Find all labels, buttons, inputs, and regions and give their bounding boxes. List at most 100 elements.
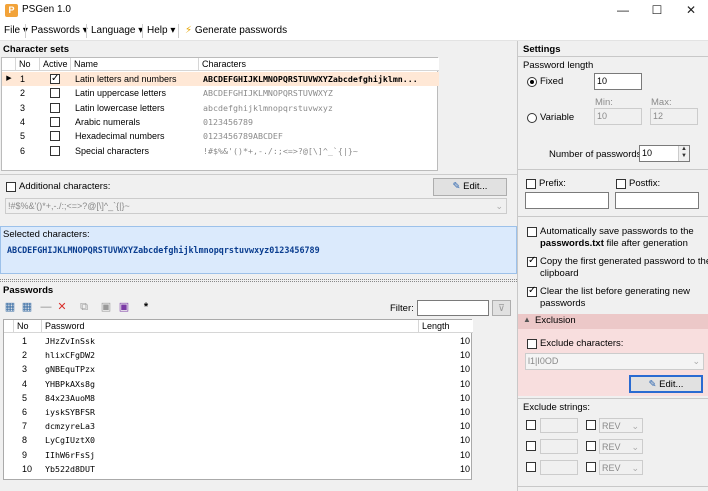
additional-characters-input[interactable]: !#$%&'()*+,-./:;<=>?@[\]^_`{|}~ ⌄ — [5, 198, 507, 214]
min-length-input[interactable]: 10 — [594, 108, 642, 125]
charset-row[interactable]: ▶ 1 Latin letters and numbers ABCDEFGHIJKLM… — [2, 72, 439, 86]
password-value: IIhW6rFsSj — [45, 449, 95, 460]
passwords-table[interactable]: No Password Length 1 JHzZvInSsk 10 2 hlixCFg… — [3, 319, 473, 480]
menu-passwords[interactable]: Passwords ▾ — [31, 25, 88, 36]
password-length: 10 — [459, 463, 470, 474]
password-length: 10 — [459, 350, 470, 361]
close-button[interactable]: ✕ — [674, 0, 708, 21]
column-header-name[interactable]: Name — [71, 58, 199, 71]
fixed-length-input[interactable]: 10 — [594, 73, 642, 90]
password-row[interactable]: 1 JHzZvInSsk 10 — [4, 334, 471, 348]
password-row[interactable]: 8 LyCgIUztX0 10 — [4, 433, 471, 447]
additional-characters-checkbox[interactable] — [6, 182, 16, 192]
minimize-button[interactable]: — — [606, 0, 640, 21]
password-length: 10 — [459, 421, 470, 432]
select-all-icon[interactable]: ▦ — [3, 300, 17, 314]
charset-no: 2 — [20, 88, 26, 99]
asterisk-icon[interactable]: * — [139, 300, 153, 314]
clear-list-checkbox[interactable] — [527, 285, 537, 297]
max-length-input[interactable]: 12 — [650, 108, 698, 125]
column-header-length[interactable]: Length — [419, 320, 473, 333]
spin-arrows-icon[interactable]: ▲ ▼ — [678, 146, 689, 161]
exclusion-header-bar[interactable]: ▲ Exclusion — [518, 314, 708, 329]
column-header-no[interactable]: No — [16, 58, 40, 71]
charset-row[interactable]: 2 Latin uppercase letters ABCDEFGHIJKLMNOP… — [2, 86, 439, 100]
password-row[interactable]: 9 IIhW6rFsSj 10 — [4, 448, 471, 462]
exclusion-edit-button[interactable]: ✎ Edit... — [629, 375, 703, 393]
column-header-characters[interactable]: Characters — [199, 58, 439, 71]
save-as-icon[interactable]: ▣ — [117, 300, 131, 314]
exclude-string-input[interactable] — [540, 418, 578, 433]
filter-icon[interactable]: ⊽ — [492, 300, 511, 316]
exclude-string-checkbox[interactable] — [526, 462, 536, 472]
charset-characters: abcdefghijklmnopqrstuvwxyz — [203, 102, 333, 113]
exclude-strings-label: Exclude strings: — [523, 402, 591, 413]
exclude-string-reverse-checkbox[interactable] — [586, 420, 596, 430]
exclude-string-mode-select[interactable]: REV ⌄ — [599, 439, 643, 454]
charset-row[interactable]: 5 Hexadecimal numbers 0123456789ABCDEF — [2, 129, 439, 143]
max-label: Max: — [651, 97, 672, 108]
generate-passwords-button[interactable]: ⚡ Generate passwords — [185, 25, 287, 36]
copy-icon[interactable]: ⧉ — [77, 300, 91, 314]
charset-active-checkbox[interactable] — [50, 102, 60, 113]
password-row[interactable]: 2 hlixCFgDW2 10 — [4, 348, 471, 362]
password-no: 1 — [22, 336, 28, 346]
prefix-checkbox[interactable] — [526, 179, 536, 189]
prefix-input[interactable] — [525, 192, 609, 209]
exclude-string-reverse-checkbox[interactable] — [586, 441, 596, 451]
charset-row[interactable]: 3 Latin lowercase letters abcdefghijklmnop… — [2, 101, 439, 115]
character-sets-table[interactable]: No Active Name Characters ▶ 1 Latin letter… — [1, 57, 439, 171]
menu-language[interactable]: Language ▾ — [91, 25, 143, 36]
charset-row[interactable]: 6 Special characters !#$%&'()*+,-./:;<=>?@… — [2, 144, 439, 158]
column-header-password[interactable]: Password — [42, 320, 419, 333]
delete-icon[interactable]: ✕ — [55, 300, 69, 314]
min-label: Min: — [595, 97, 613, 108]
save-icon[interactable]: ▣ — [99, 300, 113, 314]
password-row[interactable]: 4 YHBPkAXs8g 10 — [4, 377, 471, 391]
menu-help[interactable]: Help ▾ — [147, 25, 175, 36]
variable-radio[interactable] — [527, 113, 537, 123]
column-header-no[interactable]: No — [14, 320, 42, 333]
password-length: 10 — [459, 378, 470, 389]
charset-active-checkbox[interactable] — [50, 145, 60, 156]
additional-edit-button[interactable]: ✎ Edit... — [433, 178, 507, 196]
charset-row[interactable]: 4 Arabic numerals 0123456789 — [2, 115, 439, 129]
exclude-string-reverse-checkbox[interactable] — [586, 462, 596, 472]
password-row[interactable]: 7 dcmzyreLa3 10 — [4, 419, 471, 433]
maximize-button[interactable]: ☐ — [640, 0, 674, 21]
remove-icon[interactable]: — — [39, 300, 53, 314]
fixed-radio[interactable] — [527, 77, 537, 87]
postfix-checkbox[interactable] — [616, 179, 626, 189]
postfix-input[interactable] — [615, 192, 699, 209]
filter-input[interactable] — [417, 300, 489, 316]
exclude-string-mode-select[interactable]: REV ⌄ — [599, 460, 643, 475]
splitter[interactable] — [0, 279, 517, 282]
autosave-label-line2: passwords.txt file after generation — [540, 238, 688, 249]
copy-first-checkbox[interactable] — [527, 255, 537, 267]
exclude-characters-input[interactable]: l1|I0OD ⌄ — [525, 353, 704, 370]
password-length: 10 — [459, 364, 470, 375]
password-row[interactable]: 6 iyskSYBFSR 10 — [4, 405, 471, 419]
number-of-passwords-input[interactable]: 10 ▲ ▼ — [639, 145, 690, 162]
charset-no: 3 — [20, 102, 26, 113]
exclude-string-checkbox[interactable] — [526, 441, 536, 451]
exclude-characters-checkbox[interactable] — [527, 339, 537, 349]
password-row[interactable]: 5 84x23AuoM8 10 — [4, 391, 471, 405]
divider — [518, 56, 708, 57]
grid-view-icon[interactable]: ▦ — [20, 300, 34, 314]
charset-active-checkbox[interactable] — [50, 131, 60, 142]
exclude-string-input[interactable] — [540, 439, 578, 454]
password-row[interactable]: 10 Yb522d8DUT 10 — [4, 462, 471, 476]
password-no: 9 — [22, 449, 28, 460]
charset-active-checkbox[interactable] — [50, 88, 60, 99]
column-header-active[interactable]: Active — [40, 58, 71, 71]
pane-divider[interactable] — [517, 41, 518, 491]
exclude-string-checkbox[interactable] — [526, 420, 536, 430]
autosave-checkbox[interactable] — [527, 227, 537, 237]
window-title: PSGen 1.0 — [22, 4, 71, 15]
password-row[interactable]: 3 gNBEquTPzx 10 — [4, 362, 471, 376]
charset-active-checkbox[interactable] — [50, 72, 60, 86]
exclude-string-input[interactable] — [540, 460, 578, 475]
charset-active-checkbox[interactable] — [50, 116, 60, 127]
exclude-string-mode-select[interactable]: REV ⌄ — [599, 418, 643, 433]
